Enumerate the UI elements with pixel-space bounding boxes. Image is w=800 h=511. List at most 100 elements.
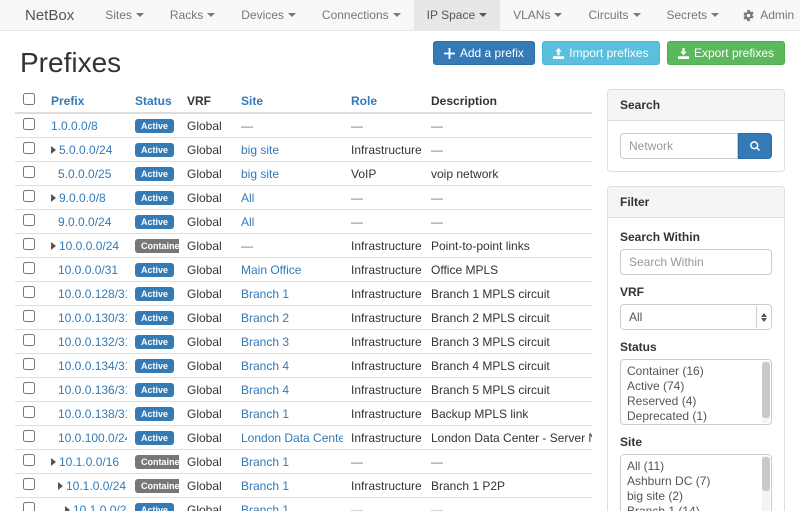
chevron-down-icon — [393, 13, 401, 17]
site-link[interactable]: Branch 1 — [241, 479, 289, 493]
search-button[interactable] — [738, 133, 772, 159]
row-checkbox[interactable] — [23, 166, 35, 178]
admin-link[interactable]: Admin — [732, 0, 800, 30]
site-link[interactable]: Branch 3 — [241, 335, 289, 349]
site-link[interactable]: Branch 1 — [241, 287, 289, 301]
scrollbar[interactable] — [762, 456, 770, 511]
row-checkbox[interactable] — [23, 118, 35, 130]
add-prefix-button[interactable]: Add a prefix — [433, 41, 535, 65]
vrf-cell: Global — [179, 450, 233, 474]
status-filter-listbox[interactable]: Container (16)Active (74)Reserved (4)Dep… — [620, 359, 772, 425]
nav-item-racks[interactable]: Racks — [157, 0, 228, 30]
status-badge: Active — [135, 311, 174, 325]
site-link[interactable]: All — [241, 191, 254, 205]
row-checkbox[interactable] — [23, 358, 35, 370]
nav-item-secrets[interactable]: Secrets — [654, 0, 733, 30]
import-prefixes-button[interactable]: Import prefixes — [542, 41, 659, 65]
expand-caret-icon[interactable] — [65, 506, 70, 511]
row-checkbox[interactable] — [23, 310, 35, 322]
role-cell: VoIP — [343, 162, 423, 186]
scrollbar-thumb[interactable] — [762, 457, 770, 491]
row-checkbox[interactable] — [23, 238, 35, 250]
column-header-status[interactable]: Status — [127, 89, 179, 113]
prefix-link[interactable]: 10.0.0.128/31 — [58, 287, 127, 301]
row-checkbox[interactable] — [23, 334, 35, 346]
site-link[interactable]: big site — [241, 143, 279, 157]
site-link[interactable]: London Data Center — [241, 431, 343, 445]
site-filter-listbox[interactable]: All (11)Ashburn DC (7)big site (2)Branch… — [620, 454, 772, 511]
prefix-link[interactable]: 10.1.0.0/16 — [59, 455, 119, 469]
row-checkbox[interactable] — [23, 382, 35, 394]
empty-value: — — [351, 503, 363, 511]
prefix-link[interactable]: 5.0.0.0/24 — [59, 143, 112, 157]
prefix-link[interactable]: 9.0.0.0/24 — [58, 215, 111, 229]
prefix-link[interactable]: 10.0.0.0/31 — [58, 263, 118, 277]
expand-caret-icon[interactable] — [51, 194, 56, 202]
site-link[interactable]: All — [241, 215, 254, 229]
site-link[interactable]: big site — [241, 167, 279, 181]
prefix-link[interactable]: 10.0.0.134/31 — [58, 359, 127, 373]
nav-item-sites[interactable]: Sites — [92, 0, 157, 30]
scrollbar[interactable] — [762, 361, 770, 423]
prefix-link[interactable]: 10.0.100.0/24 — [58, 431, 127, 445]
nav-item-circuits[interactable]: Circuits — [575, 0, 653, 30]
row-checkbox[interactable] — [23, 214, 35, 226]
expand-caret-icon[interactable] — [51, 146, 56, 154]
site-link[interactable]: Branch 1 — [241, 503, 289, 511]
site-link[interactable]: Main Office — [241, 263, 301, 277]
nav-item-devices[interactable]: Devices — [228, 0, 309, 30]
site-link[interactable]: Branch 1 — [241, 455, 289, 469]
row-checkbox[interactable] — [23, 406, 35, 418]
prefix-link[interactable]: 10.1.0.0/25 — [73, 503, 127, 511]
nav-item-ip-space[interactable]: IP Space — [414, 0, 500, 30]
site-option[interactable]: All (11) — [627, 459, 757, 474]
prefix-link[interactable]: 5.0.0.0/25 — [58, 167, 111, 181]
row-checkbox[interactable] — [23, 430, 35, 442]
nav-item-connections[interactable]: Connections — [309, 0, 414, 30]
role-cell: Infrastructure — [343, 258, 423, 282]
site-link[interactable]: Branch 2 — [241, 311, 289, 325]
site-cell: Branch 3 — [233, 330, 343, 354]
row-checkbox[interactable] — [23, 286, 35, 298]
site-option[interactable]: Branch 1 (14) — [627, 504, 757, 511]
role-cell: Infrastructure — [343, 330, 423, 354]
export-prefixes-button[interactable]: Export prefixes — [667, 41, 785, 65]
status-option[interactable]: Reserved (4) — [627, 394, 757, 409]
prefix-link[interactable]: 10.1.0.0/24 — [66, 479, 126, 493]
row-checkbox[interactable] — [23, 190, 35, 202]
prefix-link[interactable]: 9.0.0.0/8 — [59, 191, 106, 205]
site-option[interactable]: Ashburn DC (7) — [627, 474, 757, 489]
row-checkbox[interactable] — [23, 502, 35, 511]
status-option[interactable]: Deprecated (1) — [627, 409, 757, 424]
status-option[interactable]: Active (74) — [627, 379, 757, 394]
expand-caret-icon[interactable] — [58, 482, 63, 490]
row-checkbox[interactable] — [23, 478, 35, 490]
prefix-link[interactable]: 10.0.0.130/31 — [58, 311, 127, 325]
search-input[interactable] — [620, 133, 738, 159]
prefix-link[interactable]: 10.0.0.0/24 — [59, 239, 119, 253]
site-link[interactable]: Branch 4 — [241, 383, 289, 397]
column-header-role[interactable]: Role — [343, 89, 423, 113]
search-within-input[interactable] — [620, 249, 772, 275]
row-checkbox[interactable] — [23, 262, 35, 274]
column-header-site[interactable]: Site — [233, 89, 343, 113]
row-checkbox-cell — [15, 498, 43, 511]
scrollbar-thumb[interactable] — [762, 362, 770, 418]
prefix-link[interactable]: 10.0.0.136/31 — [58, 383, 127, 397]
select-all-checkbox[interactable] — [23, 93, 35, 105]
vrf-select[interactable]: All — [620, 304, 772, 330]
prefix-link[interactable]: 10.0.0.132/31 — [58, 335, 127, 349]
prefix-link[interactable]: 10.0.0.138/31 — [58, 407, 127, 421]
expand-caret-icon[interactable] — [51, 458, 56, 466]
site-link[interactable]: Branch 1 — [241, 407, 289, 421]
column-header-prefix[interactable]: Prefix — [43, 89, 127, 113]
expand-caret-icon[interactable] — [51, 242, 56, 250]
brand-logo[interactable]: NetBox — [0, 0, 92, 30]
row-checkbox[interactable] — [23, 142, 35, 154]
row-checkbox[interactable] — [23, 454, 35, 466]
site-option[interactable]: big site (2) — [627, 489, 757, 504]
prefix-link[interactable]: 1.0.0.0/8 — [51, 119, 98, 133]
site-link[interactable]: Branch 4 — [241, 359, 289, 373]
status-option[interactable]: Container (16) — [627, 364, 757, 379]
nav-item-vlans[interactable]: VLANs — [500, 0, 575, 30]
